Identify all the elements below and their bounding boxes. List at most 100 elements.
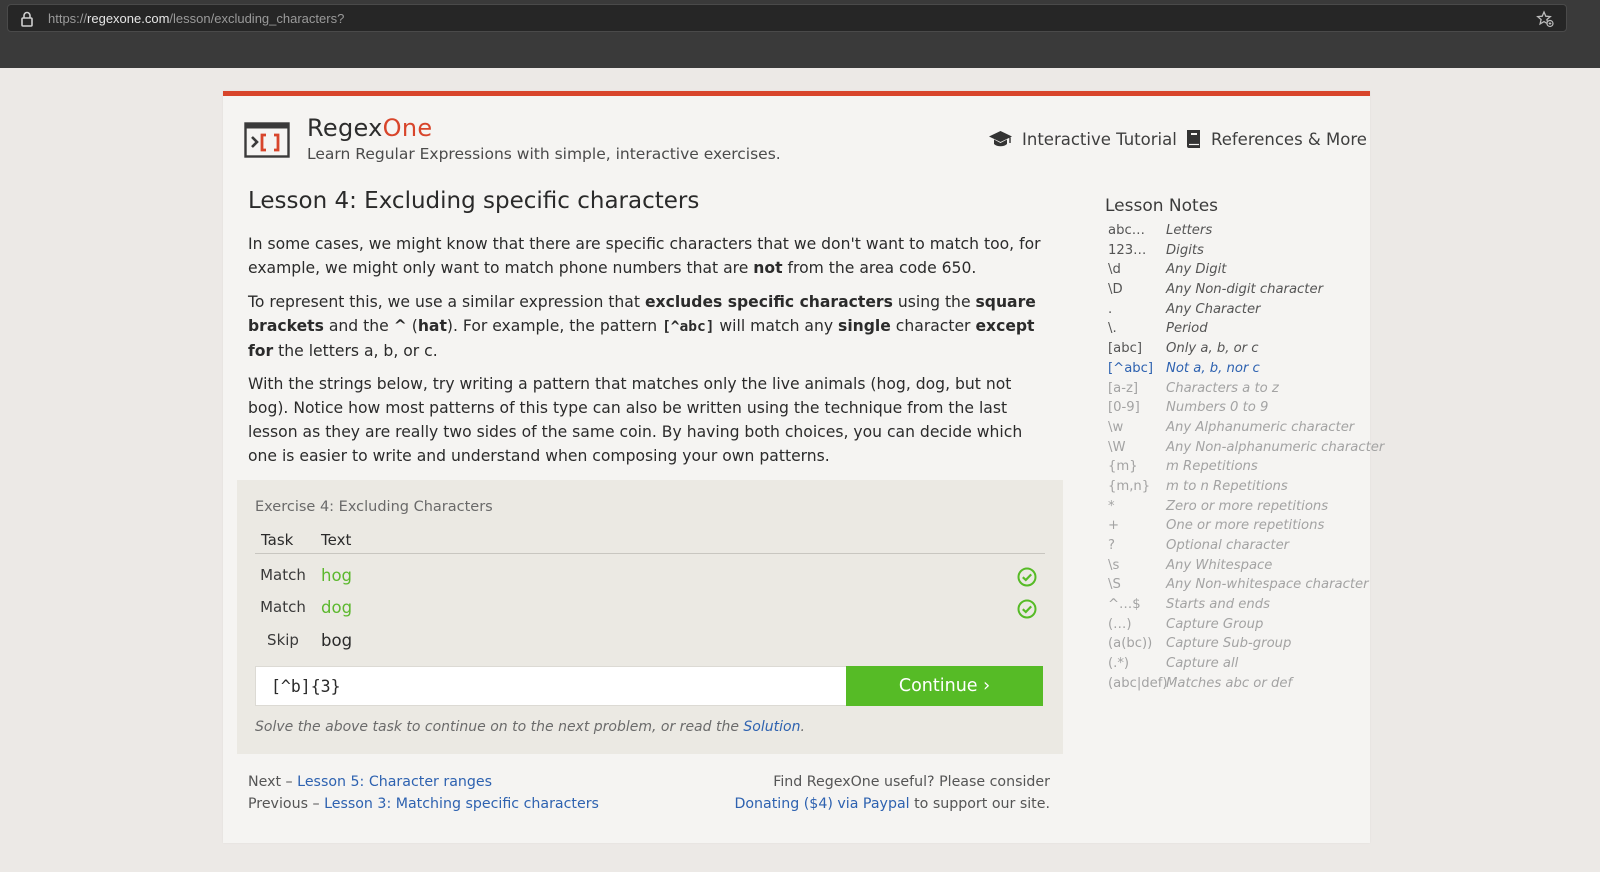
lesson-paragraph-2: To represent this, we use a similar expr… xyxy=(248,290,1054,363)
previous-lesson-link[interactable]: Lesson 3: Matching specific characters xyxy=(324,796,599,812)
note-desc: Capture Sub-group xyxy=(1166,636,1292,652)
note-key: (.*) xyxy=(1108,656,1130,672)
note-item: [0-9] Numbers 0 to 9 xyxy=(1108,399,1370,419)
p2-bold-excludes: excludes specific characters xyxy=(644,293,893,311)
note-key: \d xyxy=(1108,262,1121,278)
nav-references-label: References & More xyxy=(1211,129,1367,149)
p2-text-a: To represent this, we use a similar expr… xyxy=(248,293,645,311)
url-text[interactable]: https://regexone.com/lesson/excluding_ch… xyxy=(48,11,344,26)
exercise-hint: Solve the above task to continue on to t… xyxy=(255,719,805,735)
brand-one: One xyxy=(382,114,433,142)
browser-toolbar: https://regexone.com/lesson/excluding_ch… xyxy=(0,0,1600,68)
note-item: \s Any Whitespace xyxy=(1108,557,1370,577)
note-key: [a-z] xyxy=(1108,380,1139,396)
next-lesson-link[interactable]: Lesson 5: Character ranges xyxy=(297,774,492,790)
note-item: abc… Letters xyxy=(1108,222,1370,242)
url-domain: regexone.com xyxy=(87,11,170,26)
note-desc: Period xyxy=(1166,321,1208,337)
regexone-logo-icon[interactable] xyxy=(244,122,290,158)
exercise-row: Match hog xyxy=(255,561,1045,591)
note-item: [abc] Only a, b, or c xyxy=(1108,340,1370,360)
note-desc: Any Alphanumeric character xyxy=(1166,419,1355,435)
column-task: Task xyxy=(261,531,294,549)
graduation-cap-icon xyxy=(989,131,1012,147)
exercise-row: Match dog xyxy=(255,593,1045,623)
note-desc: Capture Group xyxy=(1166,616,1264,632)
p2-text-h: the letters a, b, or c. xyxy=(273,342,438,360)
note-desc: One or more repetitions xyxy=(1166,518,1325,534)
note-desc: Digits xyxy=(1166,242,1204,258)
page-card: RegexOne Learn Regular Expressions with … xyxy=(223,91,1384,843)
support-message: Find RegexOne useful? Please consider Do… xyxy=(734,771,1050,815)
lesson-paragraph-3: With the strings below, try writing a pa… xyxy=(248,375,1023,465)
note-key: \w xyxy=(1108,419,1124,435)
note-key: [0-9] xyxy=(1108,400,1140,416)
note-item: (a(bc)) Capture Sub-group xyxy=(1108,635,1370,655)
book-icon xyxy=(1187,130,1200,148)
note-key: . xyxy=(1108,301,1113,317)
note-item: \d Any Digit xyxy=(1108,261,1370,281)
hint-suffix: . xyxy=(800,719,805,735)
p2-text-e: ). For example, the pattern xyxy=(446,317,663,335)
lock-icon[interactable] xyxy=(20,11,34,27)
note-item: \S Any Non-whitespace character xyxy=(1108,576,1370,596)
regex-input[interactable] xyxy=(255,666,847,706)
note-desc: Any Non-alphanumeric character xyxy=(1166,439,1385,455)
p2-text-d: ( xyxy=(406,317,418,335)
check-circle-icon xyxy=(1017,599,1037,619)
url-scheme: https:// xyxy=(48,11,88,26)
donate-link[interactable]: Donating ($4) via Paypal xyxy=(734,796,909,812)
next-prefix: Next – xyxy=(248,774,298,790)
check-circle-icon xyxy=(1017,567,1037,587)
solution-link[interactable]: Solution xyxy=(743,719,800,735)
note-key: * xyxy=(1108,498,1115,514)
test-string: bog xyxy=(321,631,353,650)
note-item-current: [^abc] Not a, b, nor c xyxy=(1108,360,1370,380)
p2-code-pattern: [^abc] xyxy=(662,319,715,335)
note-desc: Any Digit xyxy=(1166,262,1227,278)
note-desc: Capture all xyxy=(1166,656,1239,672)
note-desc: Starts and ends xyxy=(1166,597,1270,613)
note-item: (abc|def) Matches abc or def xyxy=(1108,675,1370,695)
note-desc: Zero or more repetitions xyxy=(1166,498,1329,514)
note-key: ? xyxy=(1108,538,1115,553)
note-desc: Any Non-whitespace character xyxy=(1166,577,1369,593)
test-string: hog xyxy=(321,566,353,585)
note-item: {m} m Repetitions xyxy=(1108,458,1370,478)
lesson-title: Lesson 4: Excluding specific characters xyxy=(248,188,700,214)
note-item: [a-z] Characters a to z xyxy=(1108,380,1370,400)
note-desc: Characters a to z xyxy=(1166,380,1279,396)
note-desc: m to n Repetitions xyxy=(1166,478,1288,494)
p2-text-g: character xyxy=(890,317,976,335)
hint-text: Solve the above task to continue on to t… xyxy=(255,719,744,735)
p2-text-b: using the xyxy=(892,293,976,311)
note-desc: Any Character xyxy=(1166,301,1261,317)
note-item: 123… Digits xyxy=(1108,242,1370,262)
note-item: . Any Character xyxy=(1108,301,1370,321)
note-item: \w Any Alphanumeric character xyxy=(1108,419,1370,439)
brand-name[interactable]: RegexOne xyxy=(307,114,432,142)
p2-bold-caret: ^ xyxy=(393,317,407,335)
address-bar[interactable]: https://regexone.com/lesson/excluding_ch… xyxy=(7,4,1567,32)
p2-bold-single: single xyxy=(838,317,891,335)
note-desc: m Repetitions xyxy=(1166,459,1258,475)
brand-regex: Regex xyxy=(307,114,383,142)
lesson-navigation: Next – Lesson 5: Character ranges Previo… xyxy=(248,771,599,815)
note-desc: Optional character xyxy=(1166,538,1290,553)
continue-button[interactable]: Continue › xyxy=(846,666,1043,706)
note-item: (…) Capture Group xyxy=(1108,616,1370,636)
lesson-paragraph-1: In some cases, we might know that there … xyxy=(248,232,1054,280)
note-key: \s xyxy=(1108,557,1120,573)
lesson-notes-list: abc… Letters 123… Digits \d Any Digit \D Any… xyxy=(1108,222,1384,695)
note-desc: Only a, b, or c xyxy=(1166,341,1259,357)
note-key: [^abc] xyxy=(1108,360,1154,376)
note-desc: Letters xyxy=(1166,223,1213,238)
note-key: {m} xyxy=(1108,459,1138,475)
url-path: /lesson/excluding_characters? xyxy=(169,11,345,26)
note-key: (abc|def) xyxy=(1108,675,1168,691)
nav-interactive-tutorial[interactable]: Interactive Tutorial xyxy=(988,129,1177,149)
p2-text-f: will match any xyxy=(714,317,839,335)
note-item: * Zero or more repetitions xyxy=(1108,498,1370,518)
star-bookmark-icon[interactable] xyxy=(1536,10,1554,28)
nav-references[interactable]: References & More xyxy=(1185,129,1367,149)
